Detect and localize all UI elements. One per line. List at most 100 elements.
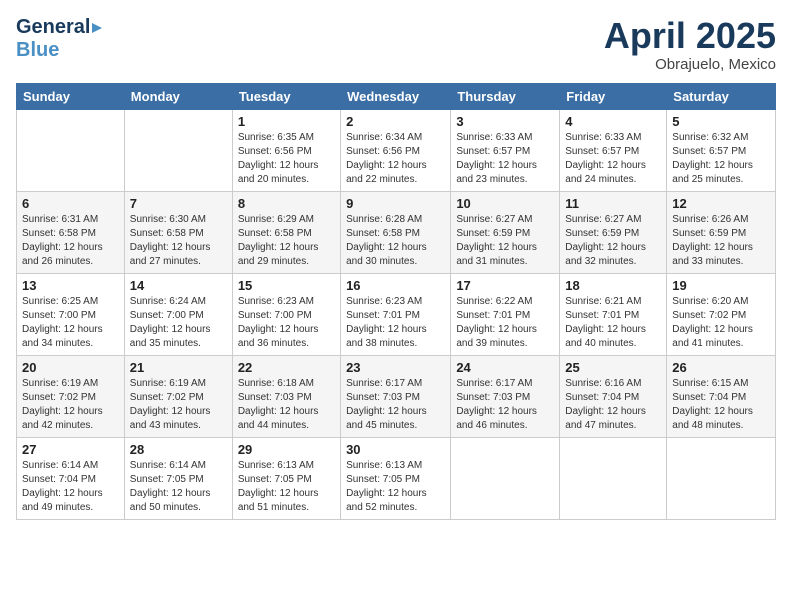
day-number: 7 bbox=[130, 196, 227, 211]
calendar-day-cell: 28Sunrise: 6:14 AM Sunset: 7:05 PM Dayli… bbox=[124, 437, 232, 519]
day-number: 6 bbox=[22, 196, 119, 211]
logo-general-text: General bbox=[16, 16, 90, 39]
day-number: 30 bbox=[346, 442, 445, 457]
calendar-day-cell: 23 Sunrise: 6:17 AM Sunset: 7:03 PM Dayli… bbox=[341, 355, 451, 437]
calendar-day-cell: 2 Sunrise: 6:34 AM Sunset: 6:56 PM Daylig… bbox=[341, 109, 451, 191]
calendar-day-cell: 22Sunrise: 6:18 AM Sunset: 7:03 PM Dayli… bbox=[232, 355, 340, 437]
calendar-day-cell: 20 Sunrise: 6:19 AM Sunset: 7:02 PM Dayli… bbox=[17, 355, 125, 437]
calendar-day-cell: 25 Sunrise: 6:16 AM Sunset: 7:04 PM Dayli… bbox=[560, 355, 667, 437]
day-number: 29 bbox=[238, 442, 335, 457]
day-number: 8 bbox=[238, 196, 335, 211]
day-detail: Sunrise: 6:17 AM Sunset: 7:03 PM Dayligh… bbox=[456, 377, 554, 433]
day-detail: Sunrise: 6:29 AM Sunset: 6:58 PM Dayligh… bbox=[238, 213, 335, 269]
calendar-week-row: 1 Sunrise: 6:35 AM Sunset: 6:56 PM Daylig… bbox=[17, 109, 776, 191]
calendar-day-cell: 16Sunrise: 6:23 AM Sunset: 7:01 PM Dayli… bbox=[341, 273, 451, 355]
calendar-day-cell: 11 Sunrise: 6:27 AM Sunset: 6:59 PM Dayli… bbox=[560, 191, 667, 273]
day-number: 4 bbox=[565, 114, 661, 129]
day-detail: Sunrise: 6:24 AM Sunset: 7:00 PM Dayligh… bbox=[130, 295, 227, 351]
day-number: 5 bbox=[672, 114, 770, 129]
day-detail: Sunrise: 6:16 AM Sunset: 7:04 PM Dayligh… bbox=[565, 377, 661, 433]
day-detail: Sunrise: 6:33 AM Sunset: 6:57 PM Dayligh… bbox=[565, 131, 661, 187]
day-detail: Sunrise: 6:17 AM Sunset: 7:03 PM Dayligh… bbox=[346, 377, 445, 433]
calendar-day-cell: 27 Sunrise: 6:14 AM Sunset: 7:04 PM Dayli… bbox=[17, 437, 125, 519]
day-number: 15 bbox=[238, 278, 335, 293]
day-number: 1 bbox=[238, 114, 335, 129]
day-number: 10 bbox=[456, 196, 554, 211]
calendar-day-cell: 18 Sunrise: 6:21 AM Sunset: 7:01 PM Dayli… bbox=[560, 273, 667, 355]
day-detail: Sunrise: 6:13 AM Sunset: 7:05 PM Dayligh… bbox=[346, 459, 445, 515]
calendar-week-row: 6 Sunrise: 6:31 AM Sunset: 6:58 PM Daylig… bbox=[17, 191, 776, 273]
calendar-day-cell: 17Sunrise: 6:22 AM Sunset: 7:01 PM Dayli… bbox=[451, 273, 560, 355]
day-number: 11 bbox=[565, 196, 661, 211]
day-number: 23 bbox=[346, 360, 445, 375]
calendar-day-cell: 26Sunrise: 6:15 AM Sunset: 7:04 PM Dayli… bbox=[667, 355, 776, 437]
calendar-day-cell: 1 Sunrise: 6:35 AM Sunset: 6:56 PM Daylig… bbox=[232, 109, 340, 191]
calendar-day-cell: 9Sunrise: 6:28 AM Sunset: 6:58 PM Daylig… bbox=[341, 191, 451, 273]
day-of-week-header: Saturday bbox=[667, 83, 776, 109]
calendar-subtitle: Obrajuelo, Mexico bbox=[604, 56, 776, 73]
calendar-week-row: 20 Sunrise: 6:19 AM Sunset: 7:02 PM Dayli… bbox=[17, 355, 776, 437]
calendar-day-cell: 13 Sunrise: 6:25 AM Sunset: 7:00 PM Dayli… bbox=[17, 273, 125, 355]
calendar-day-cell: 19 Sunrise: 6:20 AM Sunset: 7:02 PM Dayli… bbox=[667, 273, 776, 355]
day-detail: Sunrise: 6:23 AM Sunset: 7:00 PM Dayligh… bbox=[238, 295, 335, 351]
day-number: 2 bbox=[346, 114, 445, 129]
day-detail: Sunrise: 6:21 AM Sunset: 7:01 PM Dayligh… bbox=[565, 295, 661, 351]
calendar-day-cell: 21 Sunrise: 6:19 AM Sunset: 7:02 PM Dayli… bbox=[124, 355, 232, 437]
day-number: 24 bbox=[456, 360, 554, 375]
calendar-title: April 2025 bbox=[604, 16, 776, 56]
day-detail: Sunrise: 6:26 AM Sunset: 6:59 PM Dayligh… bbox=[672, 213, 770, 269]
day-detail: Sunrise: 6:28 AM Sunset: 6:58 PM Dayligh… bbox=[346, 213, 445, 269]
day-detail: Sunrise: 6:18 AM Sunset: 7:03 PM Dayligh… bbox=[238, 377, 335, 433]
day-detail: Sunrise: 6:35 AM Sunset: 6:56 PM Dayligh… bbox=[238, 131, 335, 187]
calendar-table: SundayMondayTuesdayWednesdayThursdayFrid… bbox=[16, 83, 776, 520]
day-of-week-header: Wednesday bbox=[341, 83, 451, 109]
day-detail: Sunrise: 6:25 AM Sunset: 7:00 PM Dayligh… bbox=[22, 295, 119, 351]
calendar-day-cell: 4 Sunrise: 6:33 AM Sunset: 6:57 PM Daylig… bbox=[560, 109, 667, 191]
day-of-week-header: Friday bbox=[560, 83, 667, 109]
calendar-day-cell bbox=[17, 109, 125, 191]
day-detail: Sunrise: 6:19 AM Sunset: 7:02 PM Dayligh… bbox=[130, 377, 227, 433]
calendar-day-cell: 8 Sunrise: 6:29 AM Sunset: 6:58 PM Daylig… bbox=[232, 191, 340, 273]
calendar-day-cell bbox=[667, 437, 776, 519]
calendar-day-cell bbox=[560, 437, 667, 519]
calendar-header-row: SundayMondayTuesdayWednesdayThursdayFrid… bbox=[17, 83, 776, 109]
calendar-day-cell: 24 Sunrise: 6:17 AM Sunset: 7:03 PM Dayli… bbox=[451, 355, 560, 437]
day-number: 27 bbox=[22, 442, 119, 457]
calendar-day-cell: 29Sunrise: 6:13 AM Sunset: 7:05 PM Dayli… bbox=[232, 437, 340, 519]
calendar-week-row: 13 Sunrise: 6:25 AM Sunset: 7:00 PM Dayli… bbox=[17, 273, 776, 355]
day-number: 3 bbox=[456, 114, 554, 129]
day-number: 13 bbox=[22, 278, 119, 293]
day-detail: Sunrise: 6:27 AM Sunset: 6:59 PM Dayligh… bbox=[565, 213, 661, 269]
day-detail: Sunrise: 6:19 AM Sunset: 7:02 PM Dayligh… bbox=[22, 377, 119, 433]
day-number: 21 bbox=[130, 360, 227, 375]
day-detail: Sunrise: 6:14 AM Sunset: 7:04 PM Dayligh… bbox=[22, 459, 119, 515]
day-number: 19 bbox=[672, 278, 770, 293]
day-detail: Sunrise: 6:20 AM Sunset: 7:02 PM Dayligh… bbox=[672, 295, 770, 351]
day-number: 28 bbox=[130, 442, 227, 457]
calendar-day-cell: 6 Sunrise: 6:31 AM Sunset: 6:58 PM Daylig… bbox=[17, 191, 125, 273]
day-number: 14 bbox=[130, 278, 227, 293]
day-detail: Sunrise: 6:15 AM Sunset: 7:04 PM Dayligh… bbox=[672, 377, 770, 433]
day-number: 12 bbox=[672, 196, 770, 211]
day-of-week-header: Sunday bbox=[17, 83, 125, 109]
day-detail: Sunrise: 6:30 AM Sunset: 6:58 PM Dayligh… bbox=[130, 213, 227, 269]
day-detail: Sunrise: 6:31 AM Sunset: 6:58 PM Dayligh… bbox=[22, 213, 119, 269]
calendar-day-cell: 7 Sunrise: 6:30 AM Sunset: 6:58 PM Daylig… bbox=[124, 191, 232, 273]
day-of-week-header: Thursday bbox=[451, 83, 560, 109]
day-of-week-header: Tuesday bbox=[232, 83, 340, 109]
day-detail: Sunrise: 6:34 AM Sunset: 6:56 PM Dayligh… bbox=[346, 131, 445, 187]
calendar-day-cell: 3 Sunrise: 6:33 AM Sunset: 6:57 PM Daylig… bbox=[451, 109, 560, 191]
day-detail: Sunrise: 6:32 AM Sunset: 6:57 PM Dayligh… bbox=[672, 131, 770, 187]
day-detail: Sunrise: 6:22 AM Sunset: 7:01 PM Dayligh… bbox=[456, 295, 554, 351]
calendar-day-cell: 5 Sunrise: 6:32 AM Sunset: 6:57 PM Daylig… bbox=[667, 109, 776, 191]
day-number: 20 bbox=[22, 360, 119, 375]
header: General Blue April 2025 Obrajuelo, Mexic… bbox=[16, 16, 776, 73]
calendar-day-cell bbox=[451, 437, 560, 519]
day-of-week-header: Monday bbox=[124, 83, 232, 109]
logo-blue-text: Blue bbox=[16, 39, 59, 62]
day-number: 18 bbox=[565, 278, 661, 293]
calendar-day-cell: 12 Sunrise: 6:26 AM Sunset: 6:59 PM Dayli… bbox=[667, 191, 776, 273]
day-detail: Sunrise: 6:33 AM Sunset: 6:57 PM Dayligh… bbox=[456, 131, 554, 187]
calendar-day-cell: 14 Sunrise: 6:24 AM Sunset: 7:00 PM Dayli… bbox=[124, 273, 232, 355]
day-number: 25 bbox=[565, 360, 661, 375]
